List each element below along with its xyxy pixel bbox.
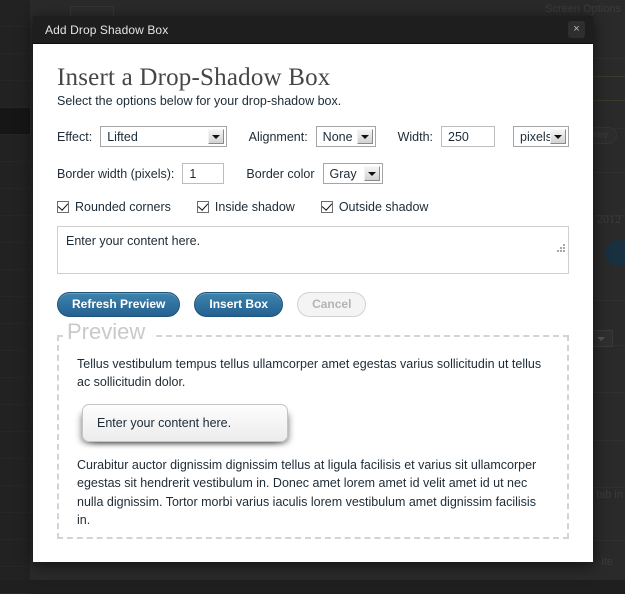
refresh-preview-button[interactable]: Refresh Preview xyxy=(57,292,181,317)
backdrop-sidebar xyxy=(0,0,31,594)
outside-shadow-label: Outside shadow xyxy=(338,200,429,214)
alignment-label: Alignment: xyxy=(248,129,308,144)
rounded-corners-label: Rounded corners xyxy=(75,200,171,214)
dialog-actions: Refresh Preview Insert Box Cancel xyxy=(57,292,569,317)
inside-shadow-label: Inside shadow xyxy=(214,200,295,214)
preview-panel: Preview Tellus vestibulum tempus tellus … xyxy=(57,321,569,539)
border-color-select[interactable]: Gray xyxy=(322,163,383,184)
add-drop-shadow-box-dialog: Add Drop Shadow Box × Insert a Drop-Shad… xyxy=(33,16,593,562)
checkmark-icon xyxy=(320,201,333,213)
dialog-title: Add Drop Shadow Box xyxy=(45,22,169,37)
border-color-label: Border color xyxy=(246,166,315,181)
preview-paragraph-2: Curabitur auctor dignissim dignissim tel… xyxy=(77,458,537,527)
dialog-titlebar: Add Drop Shadow Box × xyxy=(33,16,593,44)
checkmark-icon xyxy=(57,201,69,213)
chevron-down-icon xyxy=(356,129,373,144)
alignment-select[interactable]: None xyxy=(315,126,376,147)
checkmark-icon xyxy=(196,201,209,213)
alignment-select-value: None xyxy=(322,129,353,144)
dialog-body: Insert a Drop-Shadow Box Select the opti… xyxy=(33,44,593,543)
content-textarea-wrap xyxy=(57,226,569,274)
page-title: Insert a Drop-Shadow Box xyxy=(57,64,331,91)
options-row-checkboxes: Rounded corners Inside shadow Outside sh… xyxy=(57,200,569,214)
chevron-down-icon xyxy=(207,129,224,144)
options-row-border: Border width (pixels): Border color Gray xyxy=(57,163,569,184)
preview-box-text: Enter your content here. xyxy=(97,416,232,431)
effect-select-value: Lifted xyxy=(107,129,138,144)
chevron-down-icon xyxy=(363,166,380,181)
border-color-value: Gray xyxy=(329,166,357,181)
screen-options-label: Screen Options xyxy=(545,3,621,15)
preview-paragraph-1: Tellus vestibulum tempus tellus ullamcor… xyxy=(77,357,542,390)
options-row-primary: Effect: Lifted Alignment: None Width: pi… xyxy=(57,126,569,147)
preview-label: Preview xyxy=(63,321,153,343)
chevron-down-icon xyxy=(550,129,566,144)
effect-label: Effect: xyxy=(57,129,93,144)
width-unit-value: pixels xyxy=(520,129,552,144)
insert-box-button[interactable]: Insert Box xyxy=(194,292,284,317)
preview-dropshadow-box: Enter your content here. xyxy=(82,404,288,443)
border-width-input[interactable] xyxy=(182,163,225,184)
backdrop-tab-text: tab in xyxy=(596,489,623,501)
backdrop-site-text: ite xyxy=(601,556,613,568)
width-unit-select[interactable]: pixels xyxy=(513,126,569,147)
content-textarea[interactable] xyxy=(57,226,569,274)
cancel-button[interactable]: Cancel xyxy=(297,292,367,317)
rounded-corners-checkbox[interactable]: Rounded corners xyxy=(57,200,171,214)
backdrop-year: 2012 xyxy=(597,212,621,226)
width-input[interactable] xyxy=(441,126,495,147)
outside-shadow-checkbox[interactable]: Outside shadow xyxy=(320,200,429,214)
effect-select[interactable]: Lifted xyxy=(100,126,227,147)
width-label: Width: xyxy=(397,129,433,144)
border-width-label: Border width (pixels): xyxy=(57,166,175,181)
inside-shadow-checkbox[interactable]: Inside shadow xyxy=(196,200,295,214)
page-subtitle: Select the options below for your drop-s… xyxy=(57,94,342,108)
close-icon[interactable]: × xyxy=(568,21,585,38)
